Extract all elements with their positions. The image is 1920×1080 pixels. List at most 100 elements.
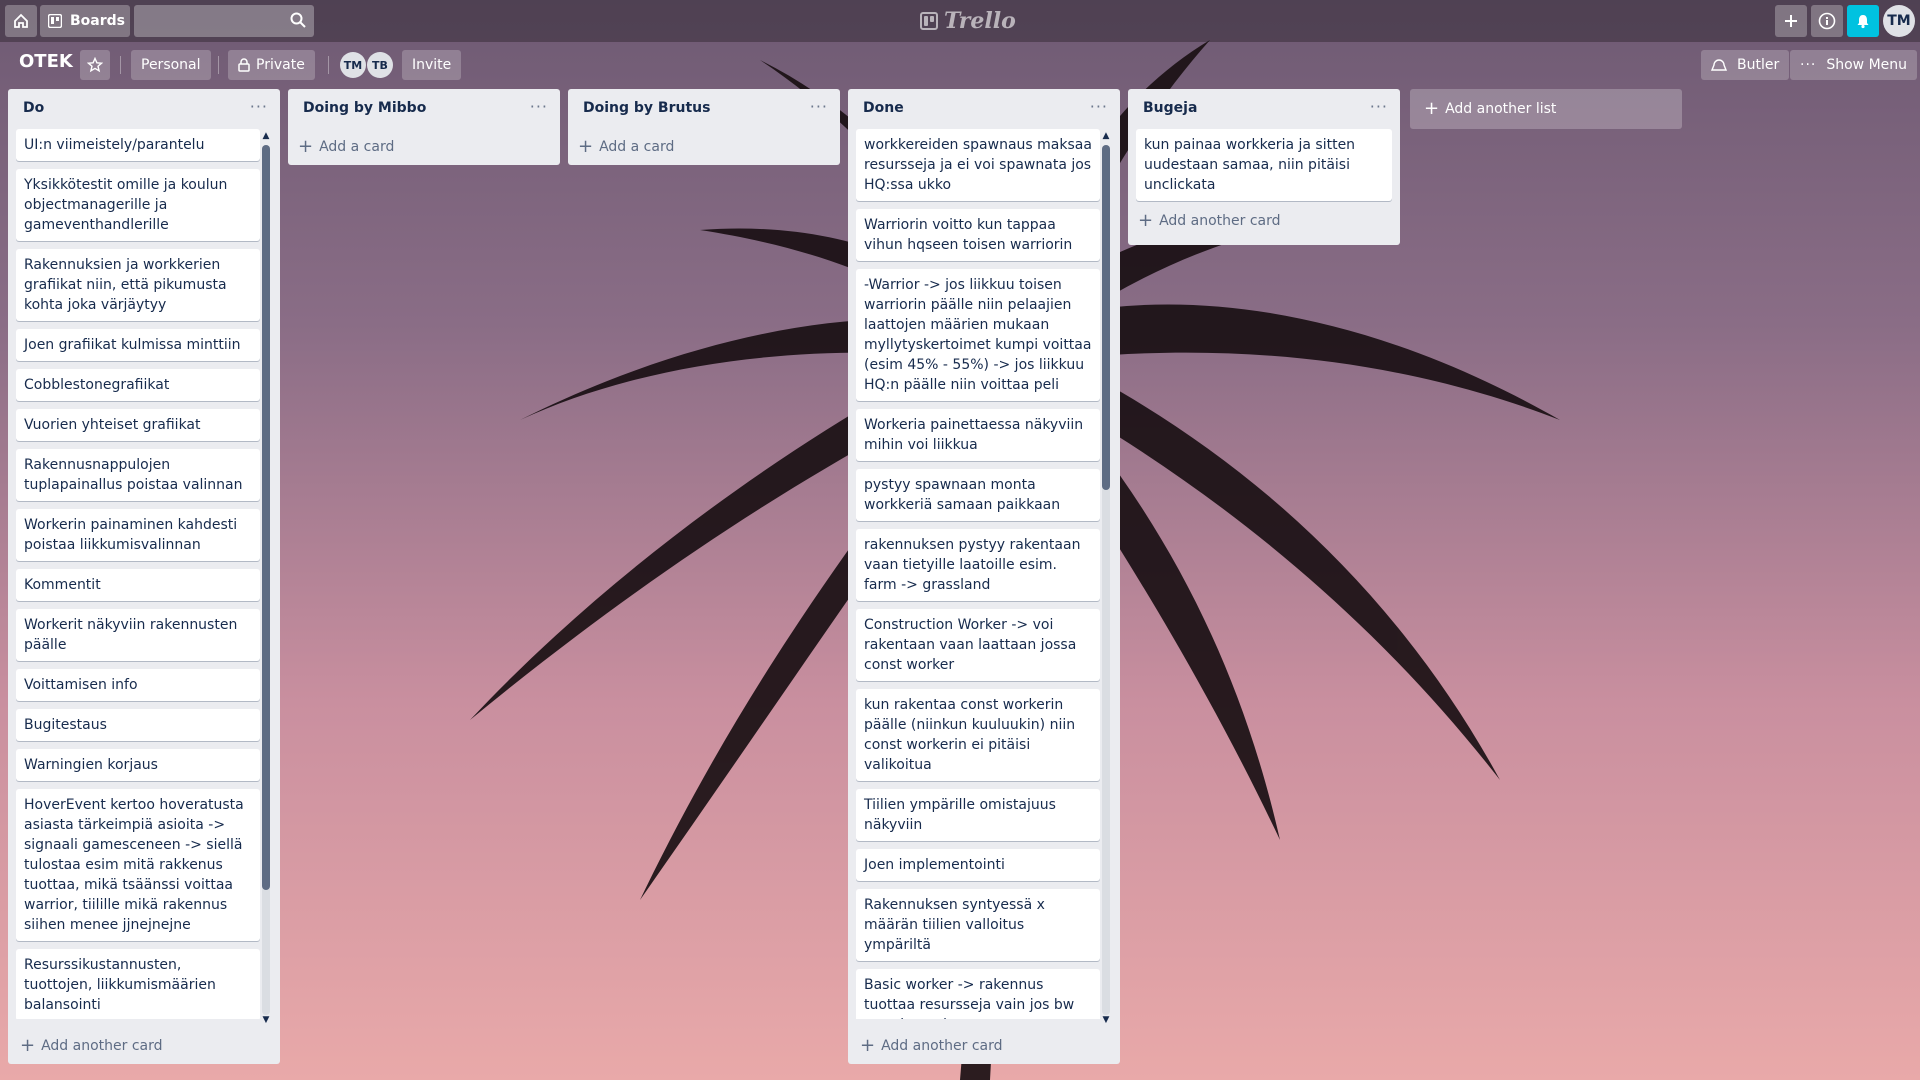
list-title[interactable]: Doing by Mibbo	[303, 100, 426, 116]
butler-label: Butler	[1737, 57, 1780, 73]
create-button[interactable]	[1775, 5, 1807, 37]
card[interactable]: Bugitestaus	[16, 709, 260, 741]
top-navigation-bar: Boards Trello TM	[0, 0, 1920, 42]
card[interactable]: Joen grafiikat kulmissa minttiin	[16, 329, 260, 361]
scroll-up-arrow[interactable]: ▲	[1101, 131, 1111, 141]
bell-icon	[1857, 15, 1869, 29]
add-card-label: Add another card	[881, 1038, 1003, 1054]
card[interactable]: kun painaa workkeria ja sitten uudestaan…	[1136, 129, 1392, 201]
boards-button[interactable]: Boards	[40, 5, 130, 37]
card[interactable]: Yksikkötestit omille ja koulun objectman…	[16, 169, 260, 241]
list-bugeja[interactable]: Bugeja ··· kun painaa workkeria ja sitte…	[1128, 89, 1400, 245]
card[interactable]: Warningien korjaus	[16, 749, 260, 781]
visibility-label: Private	[256, 57, 305, 73]
member-avatar[interactable]: TB	[367, 52, 393, 78]
add-card-button[interactable]: + Add a card	[568, 129, 840, 165]
card[interactable]: Tiilien ympärille omistajuus näkyviin	[856, 789, 1100, 841]
plus-icon: +	[1138, 210, 1154, 231]
scroll-down-arrow[interactable]: ▼	[261, 1015, 271, 1025]
card[interactable]: Rakennuksen syntyessä x määrän tiilien v…	[856, 889, 1100, 961]
list-title[interactable]: Doing by Brutus	[583, 100, 710, 116]
card[interactable]: -Warrior -> jos liikkuu toisen warriorin…	[856, 269, 1100, 401]
list-do[interactable]: Do ··· UI:n viimeistely/parantelu Yksikk…	[8, 89, 280, 1064]
card[interactable]: Workerit näkyviin rakennusten päälle	[16, 609, 260, 661]
card-container: workkereiden spawnaus maksaa resursseja …	[848, 129, 1120, 1019]
team-button[interactable]: Personal	[131, 50, 211, 80]
search-icon[interactable]	[290, 12, 306, 28]
list-header[interactable]: Bugeja ···	[1128, 89, 1400, 129]
card[interactable]: Construction Worker -> voi rakentaan vaa…	[856, 609, 1100, 681]
info-button[interactable]	[1811, 5, 1843, 37]
search-input[interactable]	[134, 5, 314, 37]
list-title[interactable]: Done	[863, 100, 904, 116]
list-menu-icon[interactable]: ···	[1370, 97, 1388, 116]
card[interactable]: Warriorin voitto kun tappaa vihun hqseen…	[856, 209, 1100, 261]
scrollbar-thumb[interactable]	[262, 145, 270, 890]
list-title[interactable]: Do	[23, 100, 44, 116]
list-header[interactable]: Done ···	[848, 89, 1120, 129]
card[interactable]: Workerin painaminen kahdesti poistaa lii…	[16, 509, 260, 561]
notifications-button[interactable]	[1847, 5, 1879, 37]
card[interactable]: Resurssikustannusten, tuottojen, liikkum…	[16, 949, 260, 1019]
list-menu-icon[interactable]: ···	[250, 97, 268, 116]
list-scrollbar[interactable]	[1102, 145, 1110, 1015]
list-scrollbar[interactable]	[262, 145, 270, 1015]
card[interactable]: Vuorien yhteiset grafiikat	[16, 409, 260, 441]
list-header[interactable]: Doing by Brutus ···	[568, 89, 840, 129]
card[interactable]: kun rakentaa const workerin päälle (niin…	[856, 689, 1100, 781]
card[interactable]: Workeria painettaessa näkyviin mihin voi…	[856, 409, 1100, 461]
plus-icon: +	[860, 1035, 876, 1056]
card[interactable]: rakennuksen pystyy rakentaan vaan tietyi…	[856, 529, 1100, 601]
add-card-button[interactable]: + Add another card	[10, 1028, 173, 1064]
list-header[interactable]: Doing by Mibbo ···	[288, 89, 560, 129]
trello-logo-icon	[920, 12, 938, 30]
board-title[interactable]: OTEK	[19, 51, 73, 72]
card-container: UI:n viimeistely/parantelu Yksikkötestit…	[8, 129, 280, 1019]
show-menu-button[interactable]: ··· Show Menu	[1790, 50, 1918, 80]
boards-label: Boards	[70, 13, 125, 29]
card[interactable]: Rakennuksien ja workkerien grafiikat nii…	[16, 249, 260, 321]
header-separator	[120, 56, 121, 74]
butler-button[interactable]: Butler	[1701, 50, 1790, 80]
card[interactable]: HoverEvent kertoo hoveratusta asiasta tä…	[16, 789, 260, 941]
more-icon: ···	[1800, 57, 1817, 73]
scroll-down-arrow[interactable]: ▼	[1101, 1015, 1111, 1025]
star-button[interactable]	[80, 50, 110, 80]
list-doing-by-brutus[interactable]: Doing by Brutus ··· + Add a card	[568, 89, 840, 165]
card[interactable]: Joen implementointi	[856, 849, 1100, 881]
list-menu-icon[interactable]: ···	[530, 97, 548, 116]
scrollbar-thumb[interactable]	[1102, 145, 1110, 490]
invite-label: Invite	[412, 57, 452, 73]
list-header[interactable]: Do ···	[8, 89, 280, 129]
visibility-button[interactable]: Private	[228, 50, 315, 80]
plus-icon	[1785, 15, 1797, 27]
add-list-label: Add another list	[1445, 101, 1557, 117]
list-done[interactable]: Done ··· workkereiden spawnaus maksaa re…	[848, 89, 1120, 1064]
card[interactable]: workkereiden spawnaus maksaa resursseja …	[856, 129, 1100, 201]
card[interactable]: Basic worker -> rakennus tuottaa resurss…	[856, 969, 1100, 1019]
card[interactable]: Kommentit	[16, 569, 260, 601]
list-menu-icon[interactable]: ···	[810, 97, 828, 116]
header-separator	[328, 56, 329, 74]
add-card-button[interactable]: + Add a card	[288, 129, 560, 165]
header-separator	[218, 56, 219, 74]
card[interactable]: Rakennusnappulojen tuplapainallus poista…	[16, 449, 260, 501]
user-avatar[interactable]: TM	[1883, 5, 1915, 37]
add-list-button[interactable]: + Add another list	[1410, 89, 1682, 129]
add-card-label: Add a card	[319, 139, 395, 155]
card[interactable]: Voittamisen info	[16, 669, 260, 701]
list-doing-by-mibbo[interactable]: Doing by Mibbo ··· + Add a card	[288, 89, 560, 165]
add-card-button[interactable]: + Add another card	[850, 1028, 1013, 1064]
card[interactable]: pystyy spawnaan monta workkeriä samaan p…	[856, 469, 1100, 521]
info-icon	[1818, 12, 1836, 30]
plus-icon: +	[20, 1035, 36, 1056]
home-button[interactable]	[5, 5, 37, 37]
list-title[interactable]: Bugeja	[1143, 100, 1197, 116]
card[interactable]: Cobblestonegrafiikat	[16, 369, 260, 401]
card[interactable]: UI:n viimeistely/parantelu	[16, 129, 260, 161]
scroll-up-arrow[interactable]: ▲	[261, 131, 271, 141]
invite-button[interactable]: Invite	[402, 50, 462, 80]
member-avatar[interactable]: TM	[340, 52, 366, 78]
list-menu-icon[interactable]: ···	[1090, 97, 1108, 116]
trello-logo[interactable]: Trello	[920, 8, 1016, 34]
